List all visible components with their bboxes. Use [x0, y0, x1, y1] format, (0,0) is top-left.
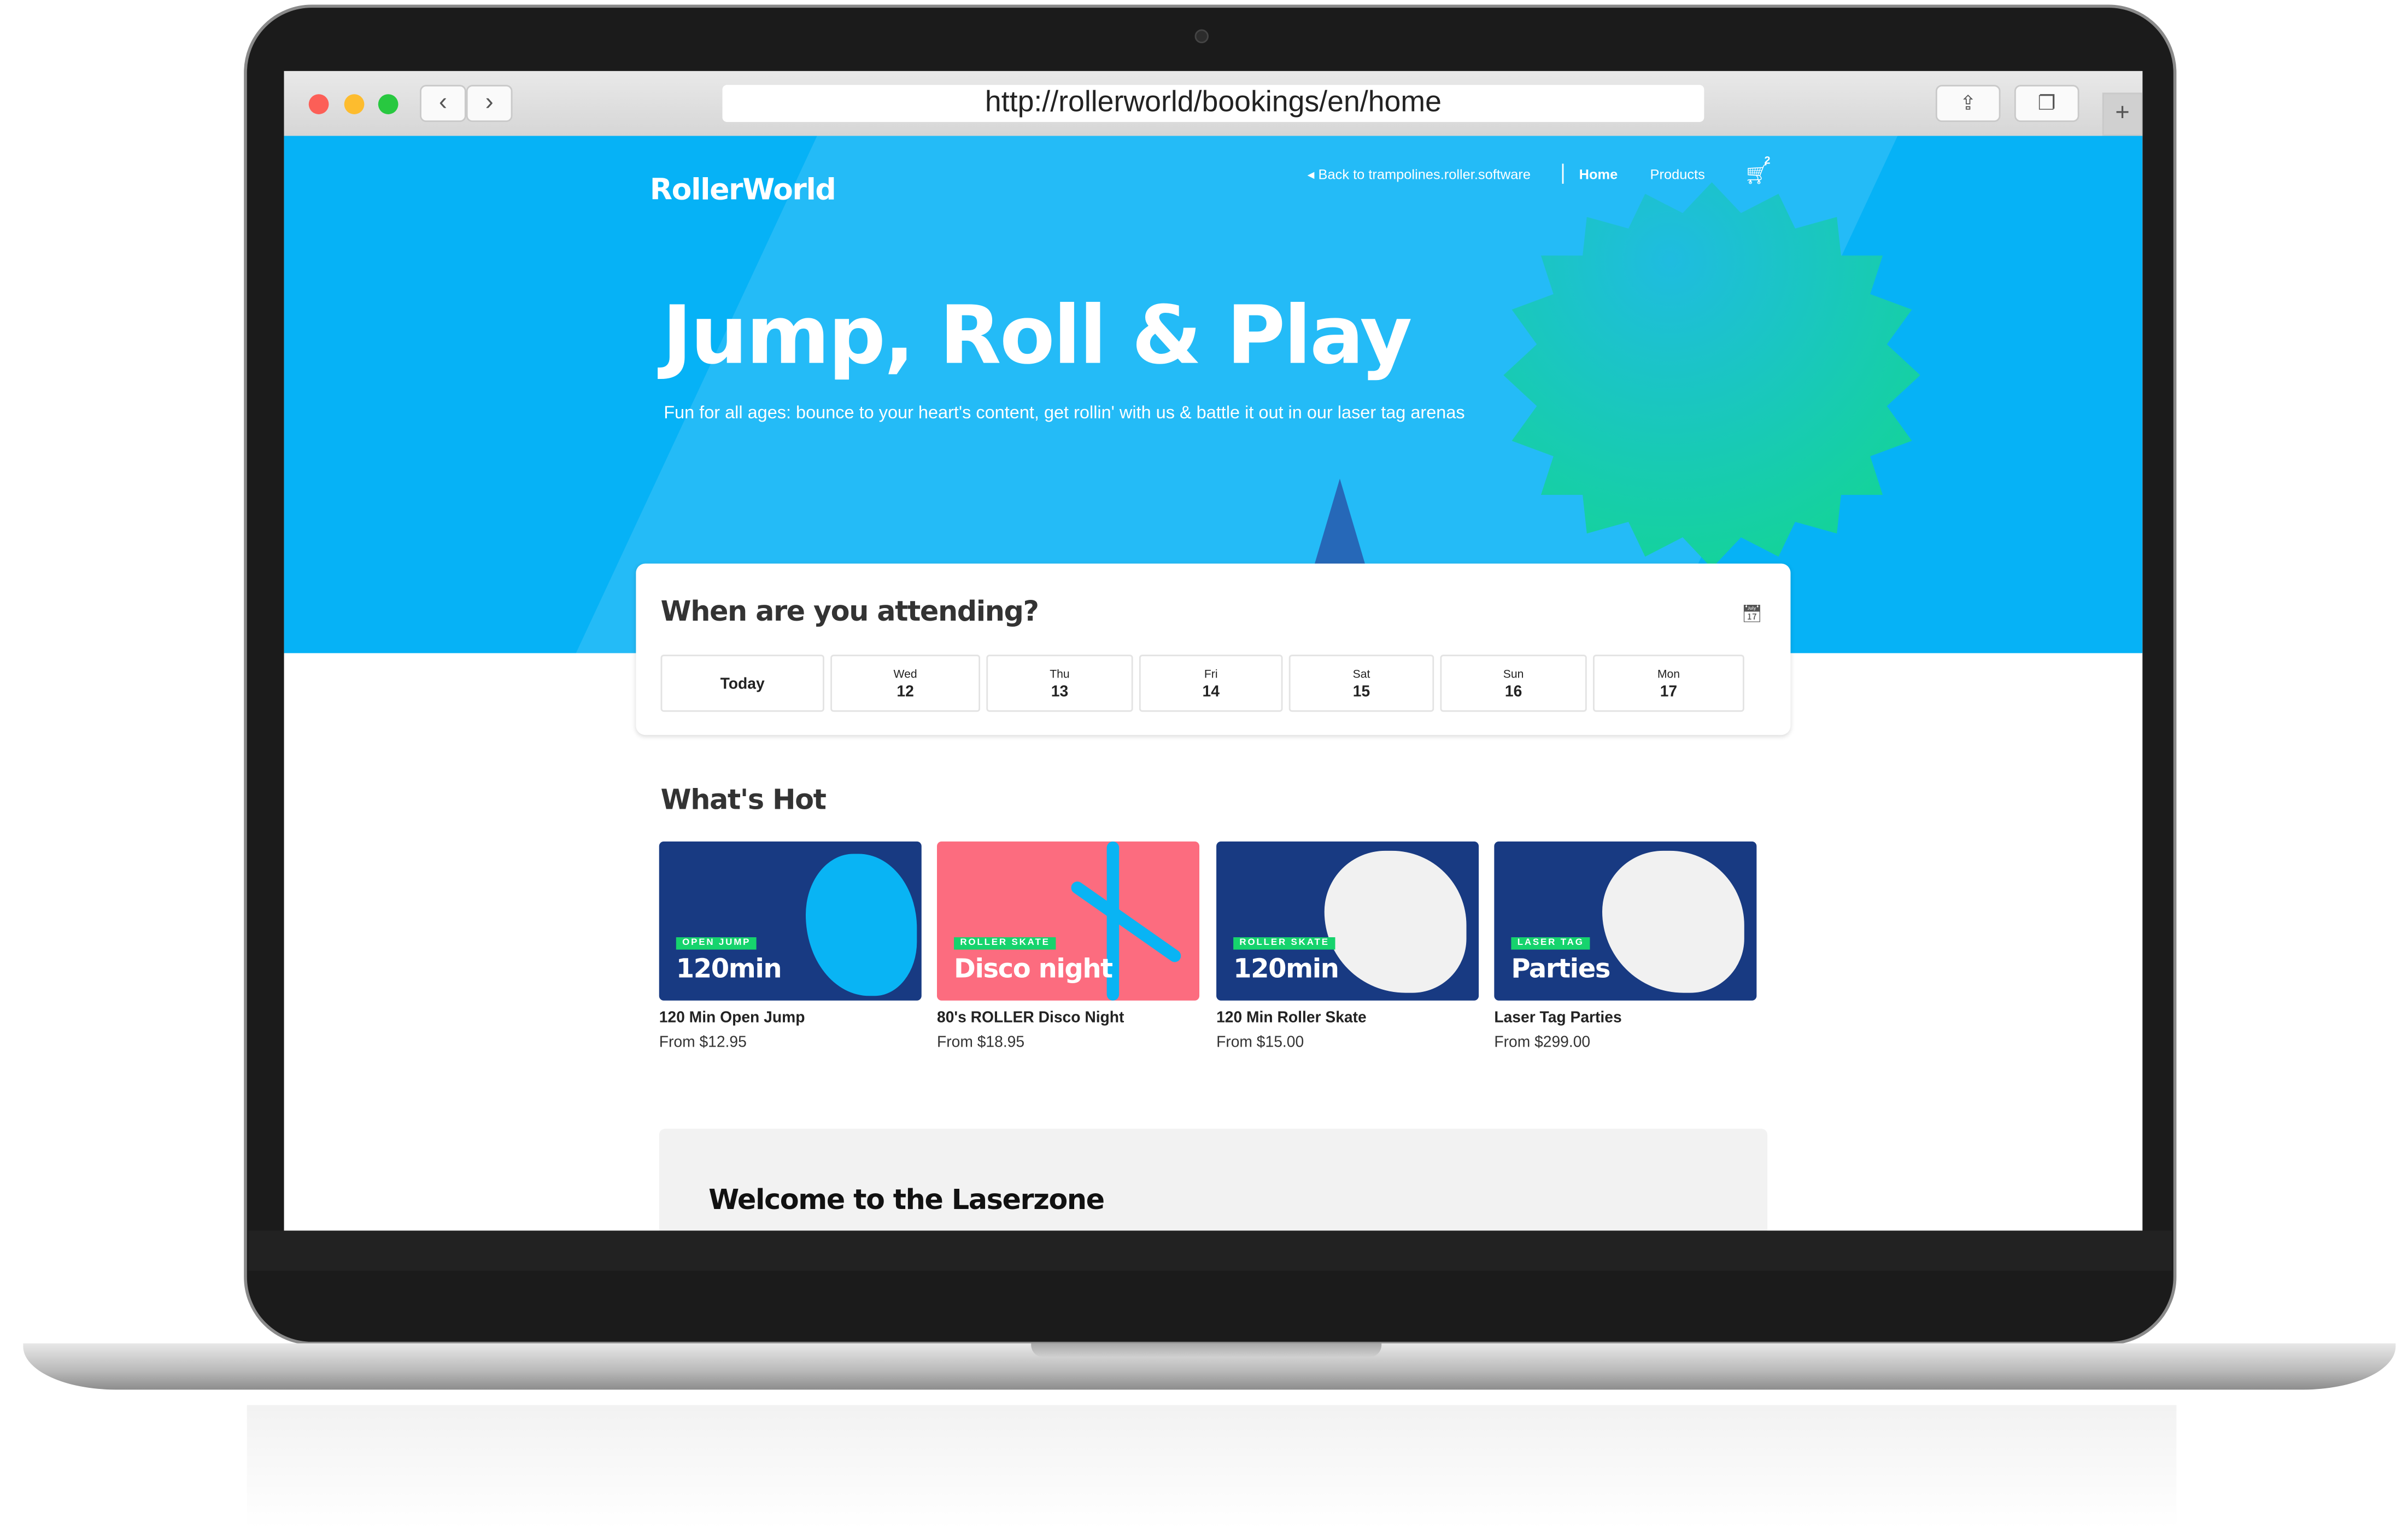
date-picker-card: When are you attending? 📅︎ Today Wed 12 T… — [636, 563, 1791, 735]
tile-art — [805, 854, 917, 996]
product-tile-disco-night[interactable]: ROLLER SKATE Disco night — [936, 841, 1200, 1001]
product-price: From $18.95 — [936, 1034, 1025, 1052]
tile-headline: Disco night — [954, 954, 1113, 985]
laptop-notch — [1031, 1343, 1382, 1358]
product-price: From $15.00 — [1216, 1034, 1304, 1052]
date-label: Today — [720, 676, 765, 693]
product-tile-laser-tag[interactable]: LASER TAG Parties — [1494, 841, 1757, 1001]
tabs-button[interactable]: ❐ — [2014, 85, 2079, 122]
forward-button[interactable]: › — [466, 85, 513, 122]
date-number: 17 — [1660, 683, 1678, 700]
date-number: 12 — [897, 683, 914, 700]
date-option[interactable]: Wed 12 — [830, 655, 981, 712]
date-day: Sun — [1503, 666, 1524, 680]
tile-tag: ROLLER SKATE — [1233, 937, 1336, 950]
chevron-right-icon: › — [485, 89, 494, 116]
back-button[interactable]: ‹ — [420, 85, 466, 122]
date-day: Mon — [1657, 666, 1680, 680]
tabs-icon: ❐ — [2037, 91, 2056, 114]
welcome-section: Welcome to the Laserzone — [659, 1129, 1768, 1231]
nav-products[interactable]: Products — [1650, 167, 1705, 182]
tile-tag: ROLLER SKATE — [954, 937, 1057, 950]
date-number: 14 — [1202, 683, 1220, 700]
cart-count-badge: 2 — [1764, 156, 1771, 167]
share-icon: ⇪ — [1959, 91, 1977, 114]
back-link-label: Back to trampolines.roller.software — [1318, 166, 1531, 183]
hero-subtitle: Fun for all ages: bounce to your heart's… — [664, 404, 1465, 423]
tile-tag: LASER TAG — [1511, 937, 1591, 950]
welcome-title: Welcome to the Laserzone — [708, 1184, 1105, 1217]
date-today[interactable]: Today — [660, 655, 824, 712]
tile-art — [1602, 850, 1744, 993]
date-option[interactable]: Sat 15 — [1288, 655, 1434, 712]
hero-title: Jump, Roll & Play — [662, 290, 1412, 383]
camera — [1194, 29, 1209, 44]
browser-window: ‹ › http://rollerworld/bookings/en/home … — [284, 71, 2143, 1231]
product-price: From $299.00 — [1494, 1034, 1591, 1052]
date-option[interactable]: Sun 16 — [1440, 655, 1587, 712]
product-tile-roller-skate[interactable]: ROLLER SKATE 120min — [1216, 841, 1479, 1001]
tile-headline: Parties — [1511, 954, 1610, 985]
product-tile-open-jump[interactable]: OPEN JUMP 120min — [659, 841, 922, 1001]
date-option[interactable]: Fri 14 — [1139, 655, 1283, 712]
date-day: Thu — [1050, 666, 1070, 680]
date-number: 13 — [1051, 683, 1069, 700]
new-tab-button[interactable]: + — [2102, 92, 2143, 136]
browser-toolbar: ‹ › http://rollerworld/bookings/en/home … — [284, 71, 2143, 138]
date-day: Wed — [893, 666, 917, 680]
product-name[interactable]: 120 Min Roller Skate — [1216, 1010, 1367, 1027]
product-name[interactable]: 80's ROLLER Disco Night — [937, 1010, 1124, 1027]
nav-home[interactable]: Home — [1579, 167, 1618, 182]
share-button[interactable]: ⇪ — [1935, 85, 2001, 122]
tile-art — [1069, 879, 1184, 965]
calendar-icon[interactable]: 📅︎ — [1741, 604, 1762, 624]
whats-hot-title: What's Hot — [660, 784, 827, 817]
back-link[interactable]: ◂ Back to trampolines.roller.software — [1308, 167, 1531, 184]
product-name[interactable]: Laser Tag Parties — [1494, 1010, 1621, 1027]
logo[interactable]: RollerWorld — [650, 173, 836, 207]
product-name[interactable]: 120 Min Open Jump — [659, 1010, 805, 1027]
nav-divider — [1562, 163, 1564, 184]
date-picker-title: When are you attending? — [660, 595, 1039, 629]
chevron-left-icon: ‹ — [438, 89, 447, 116]
tile-art — [1324, 850, 1467, 993]
date-number: 15 — [1352, 683, 1370, 700]
maximize-window-button[interactable] — [378, 94, 399, 114]
date-option[interactable]: Thu 13 — [986, 655, 1133, 712]
laptop-bezel-bottom — [248, 1230, 2172, 1271]
plus-icon: + — [2115, 100, 2130, 127]
tile-headline: 120min — [676, 954, 782, 985]
date-number: 16 — [1504, 683, 1522, 700]
date-day: Sat — [1352, 666, 1370, 680]
product-price: From $12.95 — [659, 1034, 747, 1052]
minimize-window-button[interactable] — [344, 94, 365, 114]
address-bar[interactable]: http://rollerworld/bookings/en/home — [722, 85, 1704, 122]
tile-headline: 120min — [1233, 954, 1339, 985]
laptop-reflection — [247, 1405, 2177, 1529]
date-option[interactable]: Mon 17 — [1593, 655, 1744, 712]
tile-tag: OPEN JUMP — [676, 937, 757, 950]
close-window-button[interactable] — [308, 94, 329, 114]
date-day: Fri — [1204, 666, 1218, 680]
